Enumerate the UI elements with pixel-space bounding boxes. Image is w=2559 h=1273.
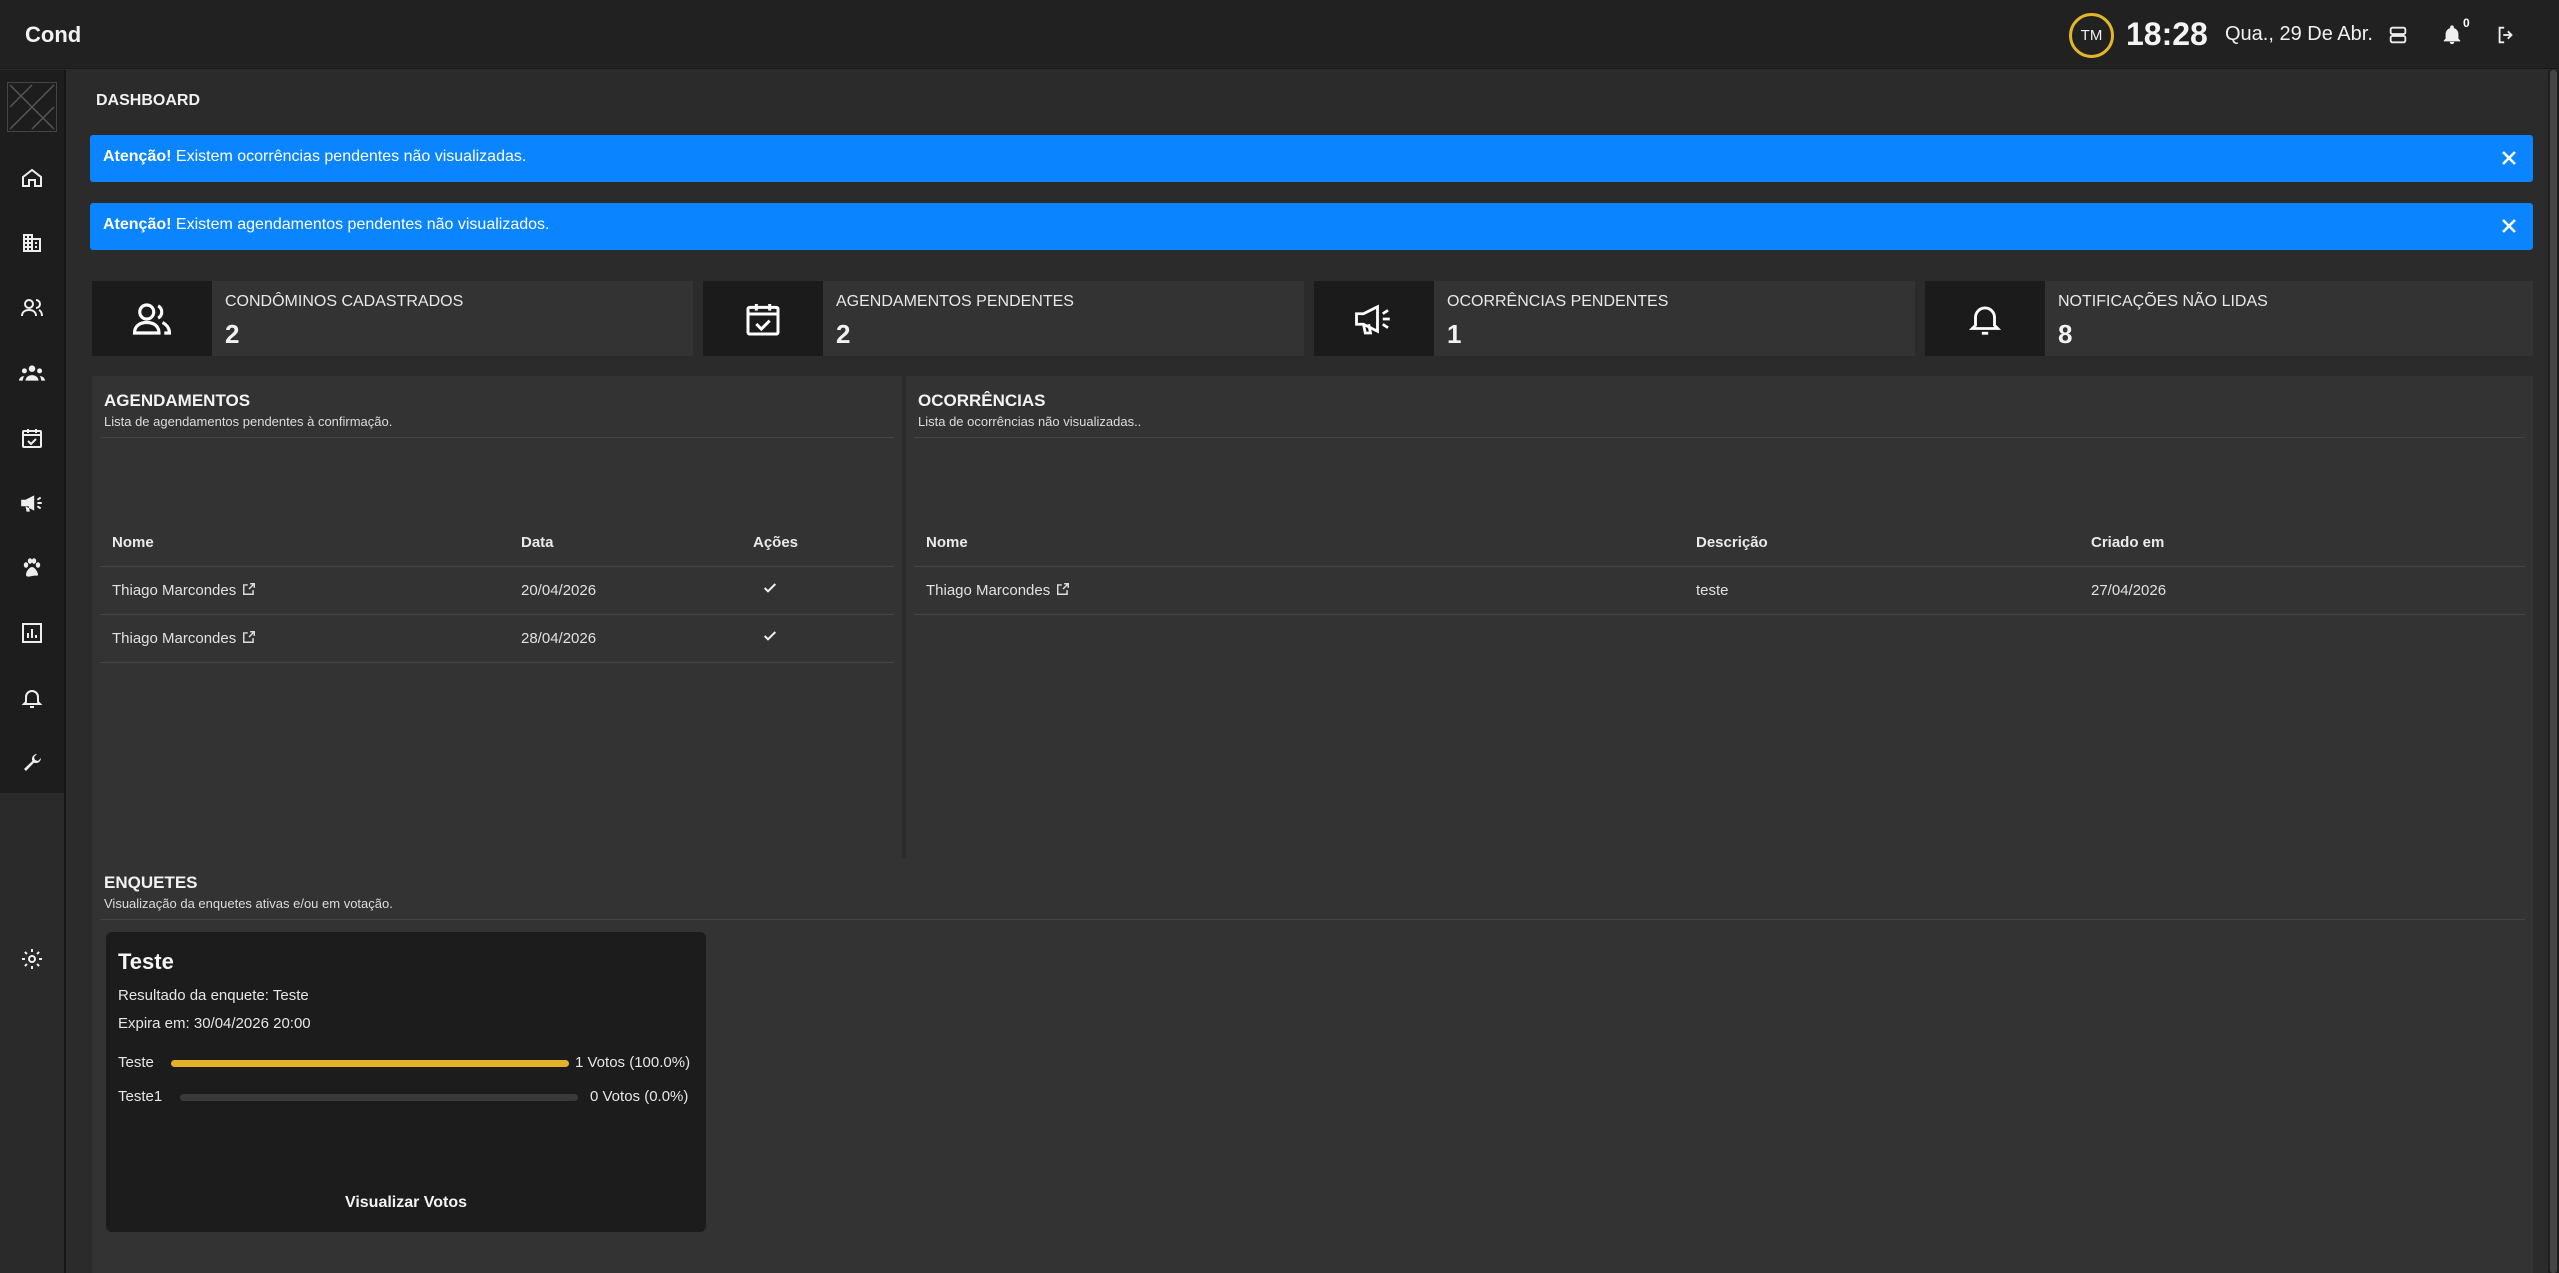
- wrench-icon[interactable]: [16, 747, 48, 779]
- panel-title: ENQUETES: [104, 873, 198, 892]
- panel-subtitle: Visualização da enquetes ativas e/ou em …: [104, 896, 393, 911]
- row-created: 27/04/2026: [2091, 582, 2167, 599]
- row-name-link[interactable]: Thiago Marcondes: [926, 582, 1070, 600]
- calendar-icon[interactable]: [16, 422, 48, 454]
- row-divider: [914, 614, 2525, 615]
- stat-label: CONDÔMINOS CADASTRADOS: [225, 293, 464, 310]
- user-avatar[interactable]: TM: [2069, 13, 2114, 58]
- poll-card: Teste Resultado da enquete: Teste Expira…: [106, 932, 706, 1232]
- close-icon[interactable]: [2497, 214, 2521, 238]
- row-description: teste: [1696, 582, 1729, 599]
- stat-value: 8: [2058, 319, 2073, 349]
- divider: [914, 437, 2525, 438]
- poll-option-votes: 1 Votos (100.0%): [575, 1054, 691, 1071]
- logo-image[interactable]: [7, 82, 57, 132]
- panel-title: AGENDAMENTOS: [104, 391, 251, 410]
- calendar-check-icon: [703, 281, 823, 356]
- building-icon[interactable]: [16, 227, 48, 259]
- stat-card-ocorrencias[interactable]: OCORRÊNCIAS PENDENTES 1: [1314, 281, 1915, 356]
- column-header-descricao: Descrição: [1696, 534, 1768, 551]
- alert-text: Existem agendamentos pendentes não visua…: [171, 216, 550, 233]
- stat-value: 2: [225, 319, 240, 349]
- scrollbar-thumb[interactable]: [2550, 70, 2557, 1273]
- stat-label: OCORRÊNCIAS PENDENTES: [1447, 293, 1669, 310]
- team-icon[interactable]: [16, 357, 48, 389]
- external-link-icon[interactable]: [1056, 582, 1070, 600]
- poll-option-name: Teste: [118, 1054, 154, 1071]
- alert-ocorrencias: Atenção! Existem ocorrências pendentes n…: [90, 135, 2533, 182]
- divider: [100, 919, 2525, 920]
- poll-title: Teste: [118, 949, 174, 974]
- panel-subtitle: Lista de agendamentos pendentes à confir…: [104, 414, 393, 429]
- server-icon[interactable]: [2383, 20, 2413, 50]
- stat-card-agendamentos[interactable]: AGENDAMENTOS PENDENTES 2: [703, 281, 1304, 356]
- logout-icon[interactable]: [2491, 20, 2521, 50]
- poll-expiry: Expira em: 30/04/2026 20:00: [118, 1015, 311, 1032]
- column-header-nome: Nome: [926, 534, 968, 551]
- alert-text: Existem ocorrências pendentes não visual…: [171, 148, 527, 165]
- row-date: 28/04/2026: [521, 630, 597, 647]
- sidebar-nav: [0, 70, 64, 793]
- top-bar: Cond TM 18:28 Qua., 29 De Abr. 0: [0, 0, 2559, 69]
- gear-icon[interactable]: [16, 943, 48, 975]
- user-group-icon[interactable]: [16, 292, 48, 324]
- panel-title: OCORRÊNCIAS: [918, 391, 1046, 410]
- clock-time: 18:28: [2126, 16, 2208, 52]
- paw-icon[interactable]: [16, 552, 48, 584]
- home-icon[interactable]: [16, 162, 48, 194]
- current-date: Qua., 29 De Abr.: [2225, 23, 2373, 45]
- poll-option-fill: [171, 1060, 569, 1067]
- page-title: DASHBOARD: [96, 92, 200, 109]
- column-header-nome: Nome: [112, 534, 154, 551]
- sidebar-empty-area: [0, 793, 64, 1273]
- sidebar: [0, 70, 66, 1273]
- bell-icon: [1925, 281, 2045, 356]
- table-divider: [914, 566, 2525, 567]
- divider: [100, 437, 894, 438]
- alert-strong: Atenção!: [103, 148, 172, 165]
- stat-value: 2: [836, 319, 851, 349]
- confirm-check-icon[interactable]: [762, 628, 778, 648]
- alert-strong: Atenção!: [103, 216, 172, 233]
- megaphone-icon[interactable]: [16, 487, 48, 519]
- poll-option-bar: [171, 1060, 569, 1067]
- column-header-criado: Criado em: [2091, 534, 2165, 551]
- stat-label: AGENDAMENTOS PENDENTES: [836, 293, 1074, 310]
- users-icon: [92, 281, 212, 356]
- external-link-icon[interactable]: [242, 582, 256, 600]
- view-votes-button[interactable]: Visualizar Votos: [106, 1194, 706, 1212]
- panel-subtitle: Lista de ocorrências não visualizadas..: [918, 414, 1142, 429]
- close-icon[interactable]: [2497, 146, 2521, 170]
- chart-icon[interactable]: [16, 617, 48, 649]
- poll-option-name: Teste1: [118, 1088, 163, 1105]
- stat-label: NOTIFICAÇÕES NÃO LIDAS: [2058, 293, 2268, 310]
- row-date: 20/04/2026: [521, 582, 597, 599]
- stat-card-notificacoes[interactable]: NOTIFICAÇÕES NÃO LIDAS 8: [1925, 281, 2533, 356]
- page-scrollbar[interactable]: [2548, 70, 2559, 1273]
- ocorrencias-panel: OCORRÊNCIAS Lista de ocorrências não vis…: [906, 376, 2533, 896]
- stat-card-condominos[interactable]: CONDÔMINOS CADASTRADOS 2: [92, 281, 693, 356]
- row-name-link[interactable]: Thiago Marcondes: [112, 630, 256, 648]
- row-divider: [100, 614, 894, 615]
- external-link-icon[interactable]: [242, 630, 256, 648]
- confirm-check-icon[interactable]: [762, 580, 778, 600]
- column-header-acoes: Ações: [753, 534, 799, 551]
- table-divider: [100, 566, 894, 567]
- bell-icon[interactable]: [16, 682, 48, 714]
- column-header-data: Data: [521, 534, 554, 551]
- megaphone-icon: [1314, 281, 1434, 356]
- row-divider: [100, 662, 894, 663]
- agendamentos-panel: AGENDAMENTOS Lista de agendamentos pende…: [92, 376, 902, 896]
- notification-count-badge: 0: [2463, 16, 2470, 30]
- row-name-link[interactable]: Thiago Marcondes: [112, 582, 256, 600]
- poll-result: Resultado da enquete: Teste: [118, 987, 309, 1004]
- poll-option-votes: 0 Votos (0.0%): [590, 1088, 689, 1105]
- stat-value: 1: [1447, 319, 1462, 349]
- alert-agendamentos: Atenção! Existem agendamentos pendentes …: [90, 203, 2533, 250]
- brand-name[interactable]: Cond: [25, 22, 81, 48]
- poll-option-bar: [180, 1094, 578, 1101]
